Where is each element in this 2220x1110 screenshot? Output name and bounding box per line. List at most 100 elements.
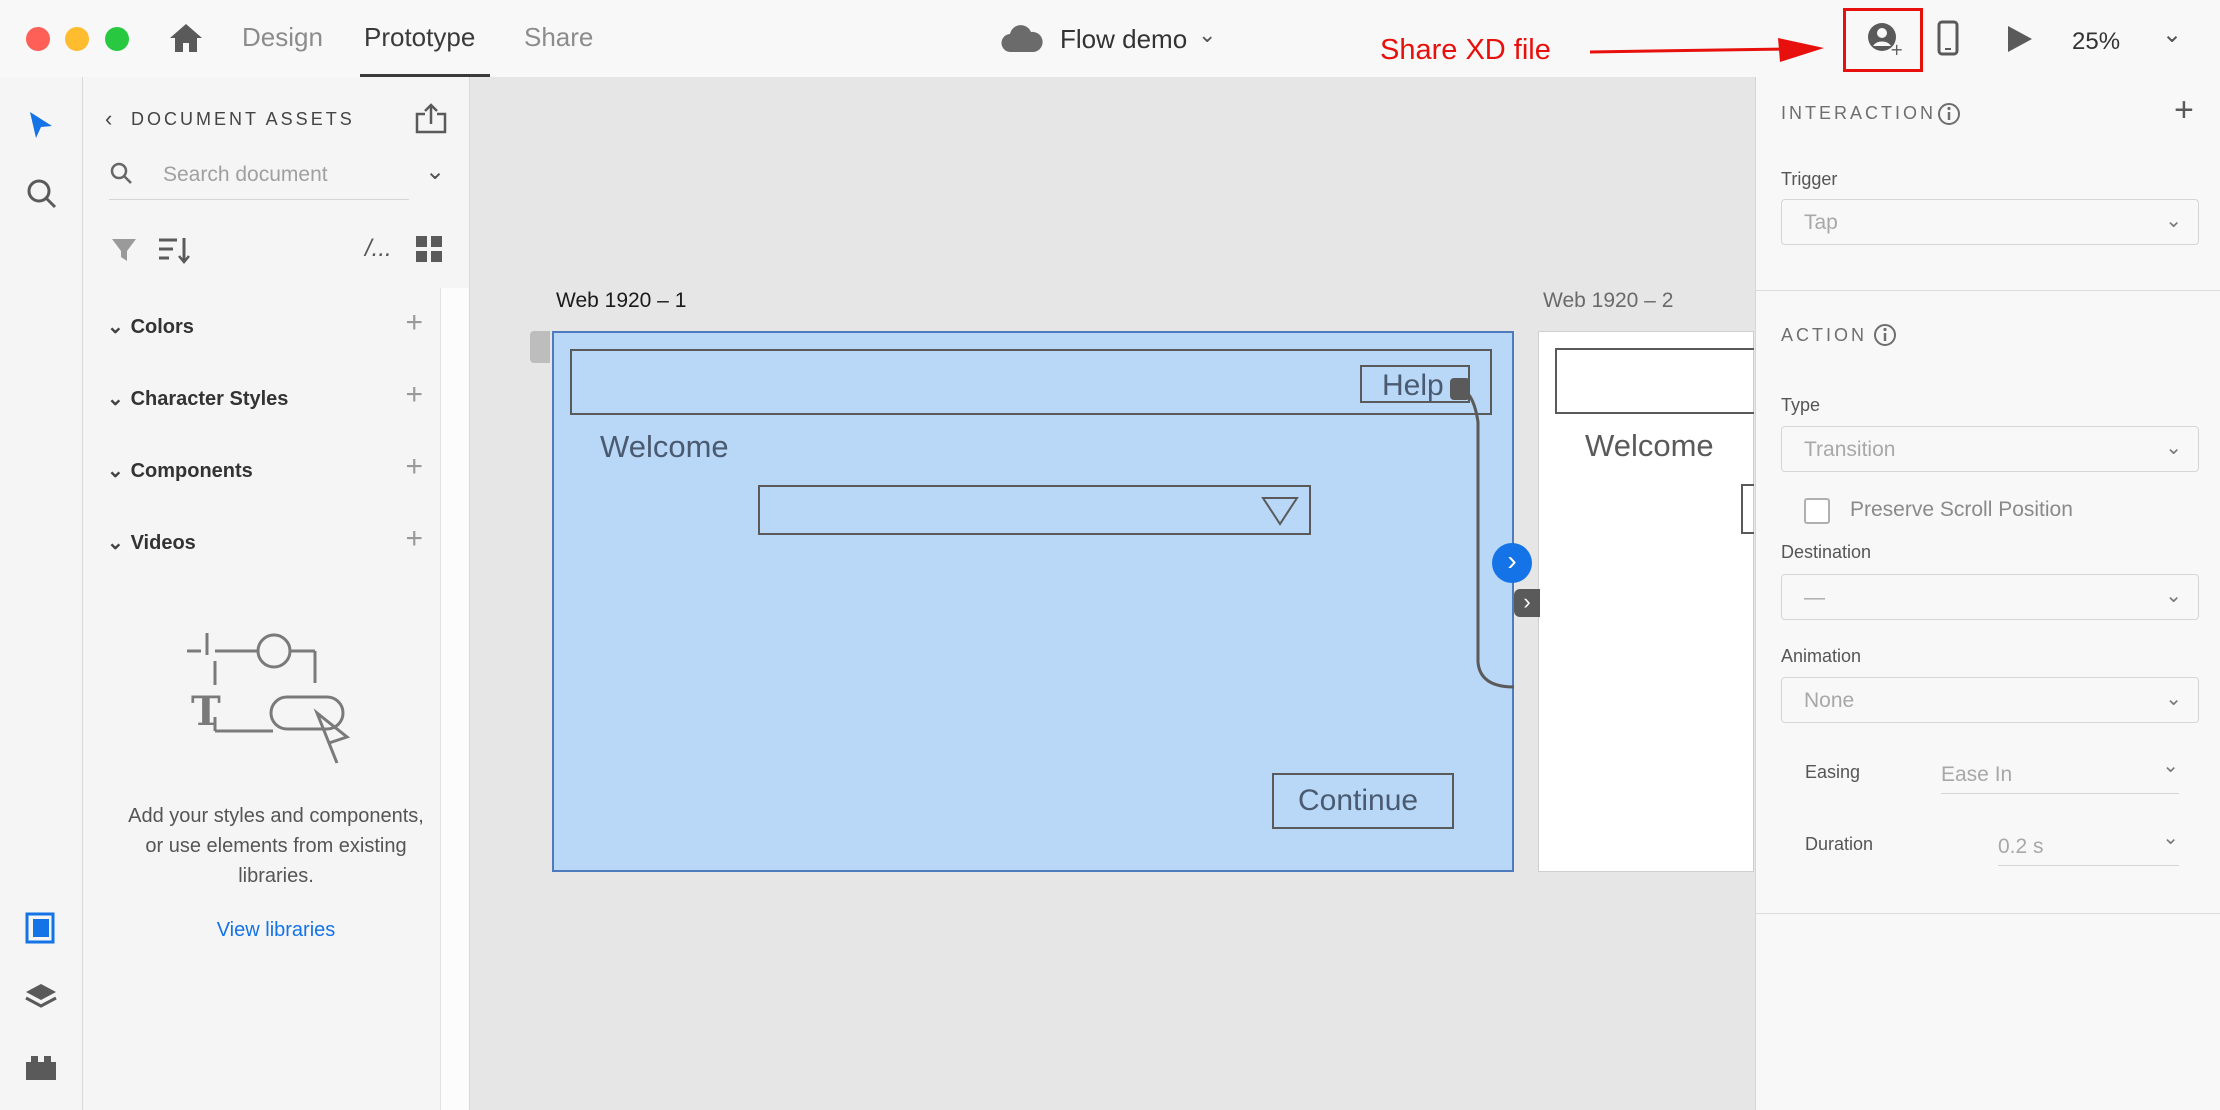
zoom-tool-icon[interactable] — [26, 178, 58, 210]
home-icon[interactable] — [168, 22, 204, 54]
info-icon[interactable] — [1873, 323, 1897, 347]
add-video-icon[interactable]: + — [405, 522, 423, 556]
add-character-style-icon[interactable]: + — [405, 378, 423, 412]
chevron-down-icon: ⌄ — [107, 388, 124, 410]
property-inspector: INTERACTION + Trigger Tap ⌄ ACTION Type … — [1755, 77, 2220, 1110]
divider — [1756, 290, 2220, 291]
help-label: Help — [1382, 369, 1444, 402]
section-colors[interactable]: ⌄ Colors + — [107, 306, 469, 339]
view-libraries-link[interactable]: View libraries — [83, 919, 469, 942]
tab-prototype[interactable]: Prototype — [364, 22, 475, 53]
assets-panel: ‹ DOCUMENT ASSETS Search document ⌄ /...… — [83, 77, 470, 1110]
header-wireframe — [570, 349, 1492, 415]
sort-icon[interactable] — [157, 235, 191, 265]
panel-title: DOCUMENT ASSETS — [131, 109, 355, 129]
zoom-window-button[interactable] — [105, 27, 129, 51]
empty-state-line: Add your styles and components, — [128, 805, 424, 827]
info-icon[interactable] — [1937, 102, 1961, 126]
section-videos[interactable]: ⌄ Videos + — [107, 522, 469, 555]
assets-panel-icon[interactable] — [25, 912, 57, 944]
interaction-title: INTERACTION — [1781, 103, 1937, 123]
add-color-icon[interactable]: + — [405, 306, 423, 340]
empty-state-line: libraries. — [238, 865, 314, 887]
zoom-chevron-down-icon[interactable]: ⌄ — [2162, 20, 2182, 49]
back-chevron-icon[interactable]: ‹ — [105, 106, 112, 132]
destination-value: — — [1804, 586, 1825, 609]
dropdown-triangle-icon — [1261, 497, 1299, 526]
home-artboard-marker[interactable] — [530, 331, 550, 363]
chevron-down-icon: ⌄ — [2162, 827, 2179, 849]
tool-rail — [0, 77, 83, 1110]
add-component-icon[interactable]: + — [405, 450, 423, 484]
welcome-label: Welcome — [1585, 428, 1714, 463]
grid-view-icon[interactable] — [415, 235, 443, 263]
chevron-down-icon: ⌄ — [2162, 755, 2179, 777]
export-icon[interactable] — [415, 102, 447, 134]
header-wireframe — [1555, 348, 1754, 414]
dropdown-wireframe[interactable] — [758, 485, 1311, 535]
continue-button-wireframe[interactable]: Continue — [1272, 773, 1454, 829]
preserve-scroll-label: Preserve Scroll Position — [1850, 498, 2073, 521]
add-interaction-icon[interactable]: + — [2174, 91, 2194, 130]
section-label: Colors — [130, 316, 194, 338]
canvas[interactable]: Web 1920 – 1 Web 1920 – 2 Help Welcome C… — [470, 77, 1754, 1110]
empty-state-message: Add your styles and components, or use e… — [83, 801, 469, 891]
type-label: Type — [1781, 395, 1821, 415]
play-icon[interactable] — [2004, 24, 2034, 54]
destination-label: Destination — [1781, 542, 1872, 562]
svg-text:+: + — [1890, 40, 1902, 57]
minimize-window-button[interactable] — [65, 27, 89, 51]
annotation-label: Share XD file — [1380, 34, 1551, 66]
destination-dropdown[interactable]: — ⌄ — [1781, 574, 2199, 620]
easing-dropdown[interactable]: Ease In ⌄ — [1941, 749, 2179, 794]
search-input[interactable]: Search document — [163, 163, 328, 187]
zoom-level[interactable]: 25% — [2072, 28, 2120, 56]
chevron-down-icon[interactable]: ⌄ — [1198, 22, 1216, 48]
search-icon — [110, 162, 132, 184]
filter-icon[interactable] — [111, 237, 137, 263]
tab-design[interactable]: Design — [242, 22, 323, 53]
assets-scrollbar[interactable] — [440, 288, 469, 1110]
chevron-down-icon: ⌄ — [107, 460, 124, 482]
view-toggle-label[interactable]: /... — [365, 235, 392, 263]
chevron-down-icon: ⌄ — [107, 316, 124, 338]
close-window-button[interactable] — [26, 27, 50, 51]
share-document-icon[interactable]: + — [1866, 21, 1902, 57]
layers-icon[interactable] — [24, 982, 58, 1012]
artboard-1[interactable]: Help Welcome Continue — [552, 331, 1514, 872]
prototype-wire-icon[interactable] — [1450, 362, 1560, 712]
search-field[interactable]: Search document — [109, 153, 409, 200]
section-character-styles[interactable]: ⌄ Character Styles + — [107, 378, 469, 411]
document-title[interactable]: Flow demo — [1060, 24, 1187, 55]
interaction-handle-icon[interactable]: › — [1492, 543, 1532, 583]
chevron-down-icon: ⌄ — [2165, 210, 2182, 232]
divider — [1756, 913, 2220, 914]
annotation-arrow-icon — [1589, 38, 1824, 62]
type-dropdown[interactable]: Transition ⌄ — [1781, 426, 2199, 472]
duration-field[interactable]: 0.2 s ⌄ — [1998, 821, 2179, 866]
animation-dropdown[interactable]: None ⌄ — [1781, 677, 2199, 723]
welcome-label: Welcome — [600, 429, 729, 464]
mobile-preview-icon[interactable] — [1937, 20, 1959, 56]
animation-value: None — [1804, 689, 1855, 712]
connection-target-icon[interactable]: › — [1514, 589, 1540, 617]
chevron-down-icon: ⌄ — [2165, 437, 2182, 459]
plugins-icon[interactable] — [24, 1054, 58, 1082]
search-filter-chevron-icon[interactable]: ⌄ — [425, 157, 445, 186]
trigger-label: Trigger — [1781, 169, 1838, 189]
action-title: ACTION — [1781, 325, 1868, 345]
animation-label: Animation — [1781, 646, 1862, 666]
section-label: Videos — [130, 532, 196, 554]
trigger-dropdown[interactable]: Tap ⌄ — [1781, 199, 2199, 245]
artboard-2-name[interactable]: Web 1920 – 2 — [1543, 289, 1673, 313]
easing-value: Ease In — [1941, 763, 2013, 786]
artboard-2[interactable]: Welcome — [1538, 331, 1754, 872]
artboard-1-name[interactable]: Web 1920 – 1 — [556, 289, 686, 313]
select-tool-icon[interactable] — [28, 110, 54, 140]
preserve-scroll-checkbox[interactable] — [1804, 498, 1830, 524]
type-value: Transition — [1804, 438, 1896, 461]
section-label: Components — [130, 460, 253, 482]
title-bar: Design Prototype Share Flow demo ⌄ Share… — [0, 0, 2220, 78]
section-components[interactable]: ⌄ Components + — [107, 450, 469, 483]
tab-share[interactable]: Share — [524, 22, 593, 53]
